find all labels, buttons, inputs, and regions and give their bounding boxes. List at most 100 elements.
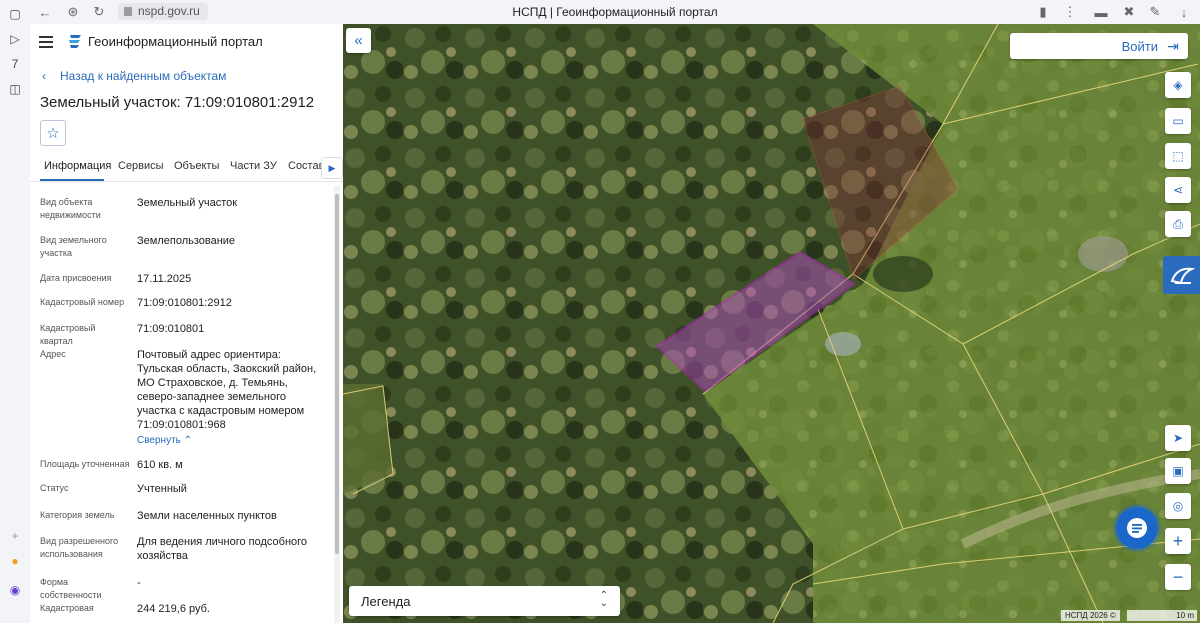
chevron-up-icon: ⌃ [183, 435, 193, 446]
chevron-left-icon: ‹ [42, 69, 46, 83]
menu-dots-icon[interactable]: ⋮ [1061, 3, 1079, 21]
back-link[interactable]: ‹ Назад к найденным объектам [42, 69, 226, 83]
attr-value-address: Почтовый адрес ориентира: Тульская облас… [137, 348, 317, 448]
nspd-logo-icon [69, 35, 81, 48]
chat-icon [1127, 518, 1147, 538]
menu-icon[interactable] [39, 36, 53, 48]
attr-value: 17.11.2025 [137, 273, 192, 285]
tab-objects[interactable]: Объекты [174, 160, 219, 172]
portal-title: Геоинформационный портал [88, 34, 263, 49]
caret-right-icon: ▶ [328, 162, 336, 173]
tab-parts[interactable]: Части ЗУ [230, 160, 277, 172]
attr-label: Вид разрешенного использования [40, 536, 119, 559]
address-bar[interactable]: nspd.gov.ru [118, 3, 208, 20]
lock-icon [124, 7, 132, 16]
tabs-scroll-button[interactable]: ▶ [321, 157, 343, 179]
panel-scrollbar[interactable] [334, 186, 340, 623]
browser-sidebar: ▢ ▷ 7 ◫ + ● ◉ [0, 0, 31, 623]
page-title: Земельный участок: 71:09:010801:2912 [40, 94, 315, 111]
ruler-button[interactable]: ▭ [1165, 108, 1191, 134]
info-panel: Геоинформационный портал ‹ Назад к найде… [30, 24, 343, 623]
attr-value: 71:09:010801 [137, 323, 205, 335]
url-text: nspd.gov.ru [138, 4, 200, 18]
attr-value: 610 кв. м [137, 459, 183, 471]
layers-icon: ◈ [1173, 78, 1183, 92]
attr-label: Кадастровая [40, 603, 94, 613]
download-icon[interactable]: ↓ [1175, 3, 1193, 21]
reload-icon[interactable]: ↻ [90, 3, 108, 21]
collapse-label: Свернуть [137, 435, 181, 446]
login-button[interactable]: Войти ⇥ [1010, 33, 1188, 59]
attr-label: Площадь уточненная [40, 459, 130, 469]
ruler-icon: ▭ [1172, 114, 1184, 128]
collapse-link[interactable]: Свернуть ⌃ [137, 434, 192, 448]
basemap-button[interactable]: ▣ [1165, 458, 1191, 484]
side-logo-button[interactable] [1163, 256, 1200, 294]
attr-label: Адрес [40, 349, 66, 359]
attr-value: Учтенный [137, 483, 187, 495]
back-icon[interactable]: ← [36, 3, 54, 21]
locate-icon: ➤ [1172, 431, 1184, 445]
select-area-icon: ⬚ [1172, 149, 1184, 163]
share-button[interactable]: ⋖ [1165, 177, 1191, 203]
geo-search-button[interactable]: ◎ [1165, 493, 1191, 519]
scale-label: 10 m [1176, 611, 1194, 620]
star-icon: ☆ [46, 125, 60, 142]
tab-composition[interactable]: Состав [288, 160, 324, 172]
chat-button[interactable] [1116, 507, 1158, 549]
attr-label: Кадастровый квартал [40, 323, 96, 346]
calendar-icon[interactable]: 7 [7, 56, 23, 72]
attr-value: Земельный участок [137, 197, 238, 209]
print-button[interactable]: ⎙ [1165, 211, 1191, 237]
login-label: Войти [1121, 39, 1158, 54]
address-text: Почтовый адрес ориентира: Тульская облас… [137, 349, 317, 431]
play-icon[interactable]: ▷ [7, 31, 23, 47]
legend-dropdown[interactable]: Легенда ⌃ ⌄ [349, 586, 620, 616]
browser-toolbar: ← ⊛ ↻ nspd.gov.ru НСПД | Геоинформационн… [30, 0, 1200, 25]
tabs-icon[interactable]: ▢ [7, 6, 23, 22]
attr-value: Землепользование [137, 235, 236, 247]
assistant-icon[interactable]: ● [7, 553, 23, 569]
collapse-panel-button[interactable]: « [346, 28, 371, 53]
nspd-mark-icon [1170, 267, 1195, 285]
favorite-button[interactable]: ☆ [40, 120, 66, 146]
locate-button[interactable]: ➤ [1165, 425, 1191, 451]
basemap-icon: ▣ [1172, 464, 1184, 478]
add-icon[interactable]: + [7, 528, 23, 544]
active-tab-indicator [40, 179, 104, 181]
select-area-button[interactable]: ⬚ [1165, 143, 1191, 169]
expand-arrows-icon: ⌃ ⌄ [599, 590, 608, 609]
print-icon: ⎙ [1173, 216, 1183, 231]
alice-icon[interactable]: ◉ [7, 582, 23, 598]
panel-header: Геоинформационный портал [30, 24, 343, 60]
attr-value: 244 219,6 руб. [137, 603, 210, 615]
zoom-out-icon: − [1172, 566, 1184, 587]
zoom-out-button[interactable]: − [1165, 564, 1191, 590]
tab-bar: Информация Сервисы Объекты Части ЗУ Сост… [30, 154, 343, 182]
tab-services[interactable]: Сервисы [118, 160, 164, 172]
attr-label: Форма собственности [40, 577, 102, 600]
legend-label: Легенда [361, 594, 411, 609]
layers-button[interactable]: ◈ [1165, 72, 1191, 98]
share-icon: ⋖ [1172, 183, 1184, 197]
geo-search-icon: ◎ [1172, 499, 1184, 513]
clipboard-icon[interactable]: ✎ [1146, 3, 1164, 21]
scroll-thumb[interactable] [335, 194, 339, 554]
tab-info[interactable]: Информация [44, 160, 111, 172]
map-view[interactable]: « Войти ⇥ ◈ ▭ ⬚ ⋖ ⎙ ➤ ▣ ◎ + − Легенда ⌃ ⌄… [343, 24, 1200, 623]
zoom-in-button[interactable]: + [1165, 528, 1191, 554]
shield-icon[interactable]: ⊛ [64, 3, 82, 21]
attr-label: Статус [40, 483, 69, 493]
attr-value: Для ведения личного подсобного хозяйства [137, 536, 308, 562]
double-chevron-left-icon: « [354, 32, 363, 49]
bookmark-icon[interactable]: ▮ [1034, 3, 1052, 21]
extension-icon[interactable]: ▬ [1092, 3, 1110, 21]
attr-label: Категория земель [40, 510, 115, 520]
extension-x-icon[interactable]: ✖ [1120, 3, 1138, 21]
back-link-label: Назад к найденным объектам [60, 69, 227, 83]
login-icon: ⇥ [1167, 38, 1179, 54]
attr-value: - [137, 577, 141, 589]
attr-label: Вид объекта недвижимости [40, 197, 101, 220]
attr-label: Дата присвоения [40, 273, 112, 283]
screenshot-icon[interactable]: ◫ [7, 81, 23, 97]
